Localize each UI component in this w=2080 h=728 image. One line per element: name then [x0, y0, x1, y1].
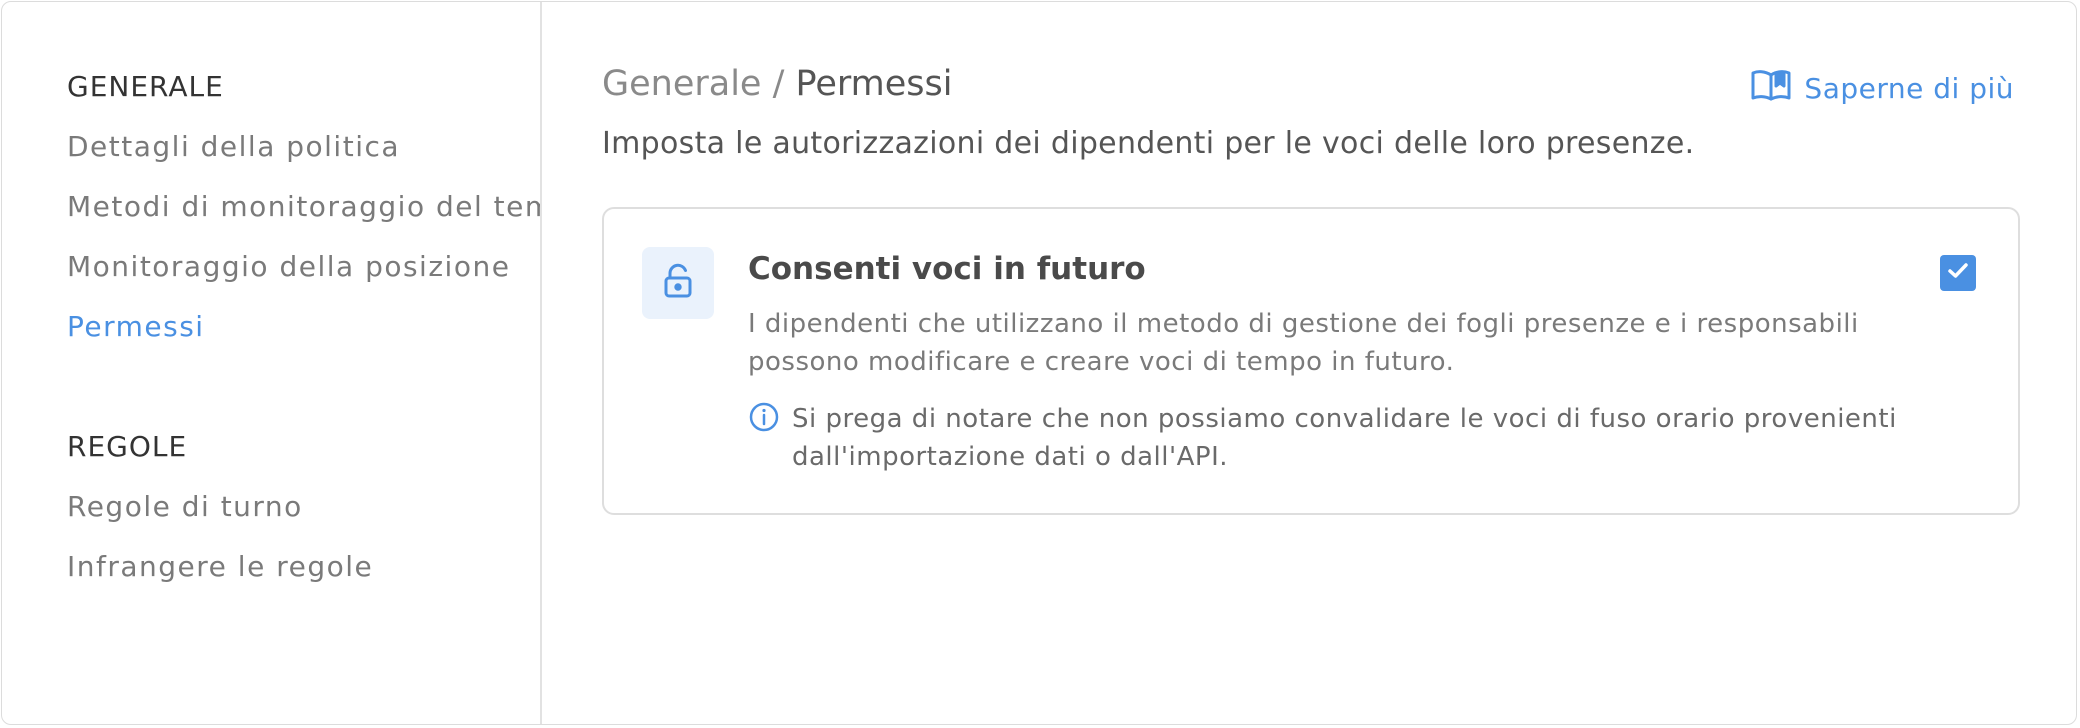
permission-description: I dipendenti che utilizzano il metodo di… — [748, 309, 1859, 377]
main-content: Generale / Permessi Saperne di più Impos… — [542, 2, 2076, 724]
checkmark-icon — [1946, 261, 1970, 285]
breadcrumb: Generale / Permessi — [602, 64, 953, 104]
page-subtitle: Imposta le autorizzazioni dei dipendenti… — [602, 126, 1695, 161]
learn-more-link[interactable]: Saperne di più — [1750, 68, 2014, 109]
sidebar-item-metodi-monitoraggio[interactable]: Metodi di monitoraggio del tempo — [67, 190, 540, 223]
sidebar-item-permessi[interactable]: Permessi — [67, 310, 205, 343]
allow-future-entries-checkbox[interactable] — [1940, 255, 1976, 291]
section-title-regole: REGOLE — [67, 430, 188, 463]
permission-note: Si prega di notare che non possiamo conv… — [792, 404, 1897, 472]
lock-icon — [663, 263, 693, 303]
breadcrumb-current: Permessi — [795, 64, 953, 104]
sidebar: GENERALE Dettagli della politica Metodi … — [2, 2, 542, 724]
sidebar-item-monitoraggio-posizione[interactable]: Monitoraggio della posizione — [67, 250, 510, 283]
lock-icon-container — [642, 247, 714, 319]
sidebar-item-regole-turno[interactable]: Regole di turno — [67, 490, 303, 523]
breadcrumb-separator: / — [761, 64, 796, 104]
app-frame: GENERALE Dettagli della politica Metodi … — [1, 1, 2077, 725]
sidebar-item-dettagli-politica[interactable]: Dettagli della politica — [67, 130, 400, 163]
permission-card: Consenti voci in futuro I dipendenti che… — [602, 207, 2020, 515]
section-title-generale: GENERALE — [67, 70, 224, 103]
permission-title: Consenti voci in futuro — [748, 251, 1146, 287]
sidebar-item-infrangere-regole[interactable]: Infrangere le regole — [67, 550, 373, 583]
info-icon — [748, 401, 780, 437]
book-icon — [1750, 68, 1792, 109]
learn-more-label: Saperne di più — [1804, 72, 2014, 105]
breadcrumb-parent[interactable]: Generale — [602, 64, 761, 104]
